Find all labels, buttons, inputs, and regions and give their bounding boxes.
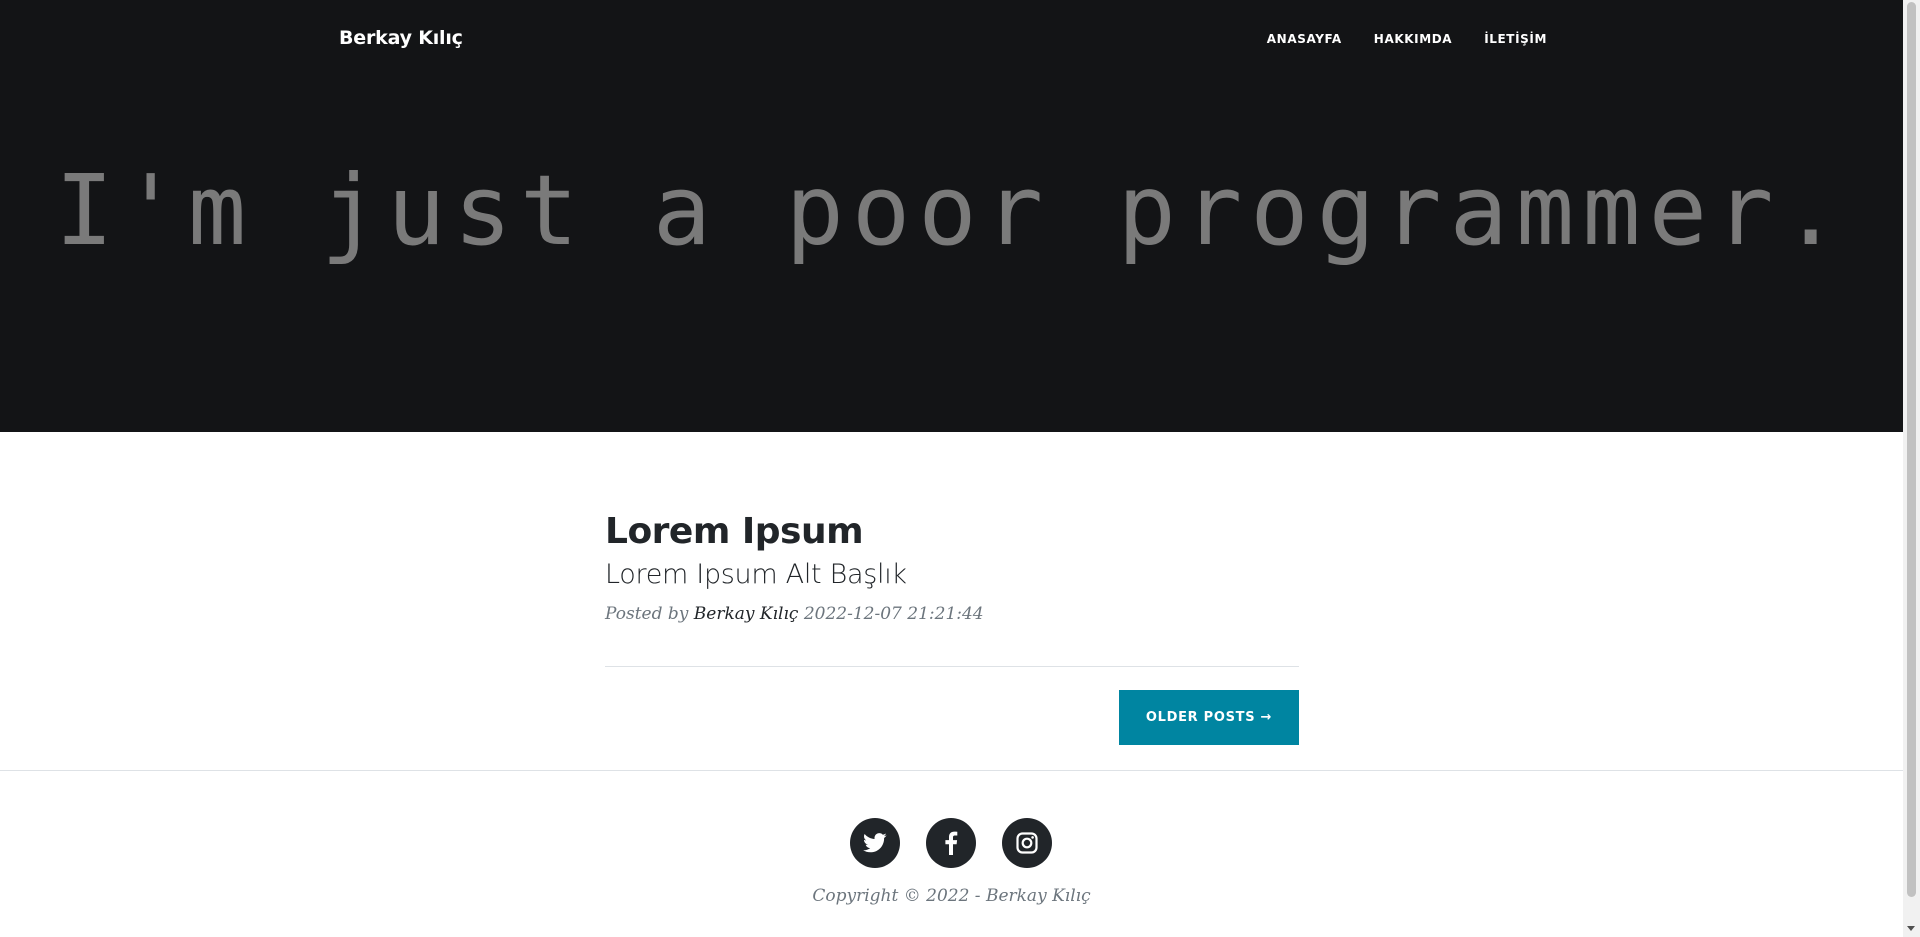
divider [605, 666, 1299, 667]
post-title[interactable]: Lorem Ipsum [605, 510, 1299, 553]
nav-links: ANASAYFA HAKKIMDA İLETİŞİM [1267, 32, 1547, 46]
masthead: Berkay Kılıç ANASAYFA HAKKIMDA İLETİŞİM … [0, 0, 1903, 432]
posted-by-label: Posted by [605, 604, 689, 625]
social-links [850, 818, 1052, 868]
footer-divider [0, 770, 1903, 771]
copyright-text: Copyright © 2022 - Berkay Kılıç [812, 886, 1091, 906]
post-date: 2022-12-07 21:21:44 [803, 604, 984, 625]
facebook-link[interactable] [926, 818, 976, 868]
twitter-icon [863, 833, 887, 853]
instagram-link[interactable] [1002, 818, 1052, 868]
author-link[interactable]: Berkay Kılıç [694, 604, 799, 624]
brand-link[interactable]: Berkay Kılıç [339, 27, 463, 49]
older-posts-button[interactable]: OLDER POSTS → [1119, 690, 1299, 745]
post-meta: Posted by Berkay Kılıç 2022-12-07 21:21:… [605, 604, 1299, 624]
twitter-link[interactable] [850, 818, 900, 868]
nav-link-anasayfa[interactable]: ANASAYFA [1267, 32, 1342, 46]
navbar: Berkay Kılıç ANASAYFA HAKKIMDA İLETİŞİM [0, 0, 1903, 80]
nav-link-hakkimda[interactable]: HAKKIMDA [1374, 32, 1452, 46]
instagram-icon [1016, 832, 1038, 854]
page: Berkay Kılıç ANASAYFA HAKKIMDA İLETİŞİM … [0, 0, 1903, 937]
scrollbar-thumb[interactable] [1907, 2, 1916, 897]
post-preview[interactable]: Lorem Ipsum Lorem Ipsum Alt Başlık Poste… [605, 510, 1299, 624]
hero-text: I'm just a poor programmer. [55, 154, 1848, 267]
facebook-icon [944, 831, 958, 855]
post-subtitle[interactable]: Lorem Ipsum Alt Başlık [605, 559, 1299, 590]
scroll-down-arrow-icon[interactable] [1907, 926, 1915, 931]
vertical-scrollbar[interactable] [1903, 0, 1920, 937]
nav-link-iletisim[interactable]: İLETİŞİM [1484, 32, 1547, 46]
